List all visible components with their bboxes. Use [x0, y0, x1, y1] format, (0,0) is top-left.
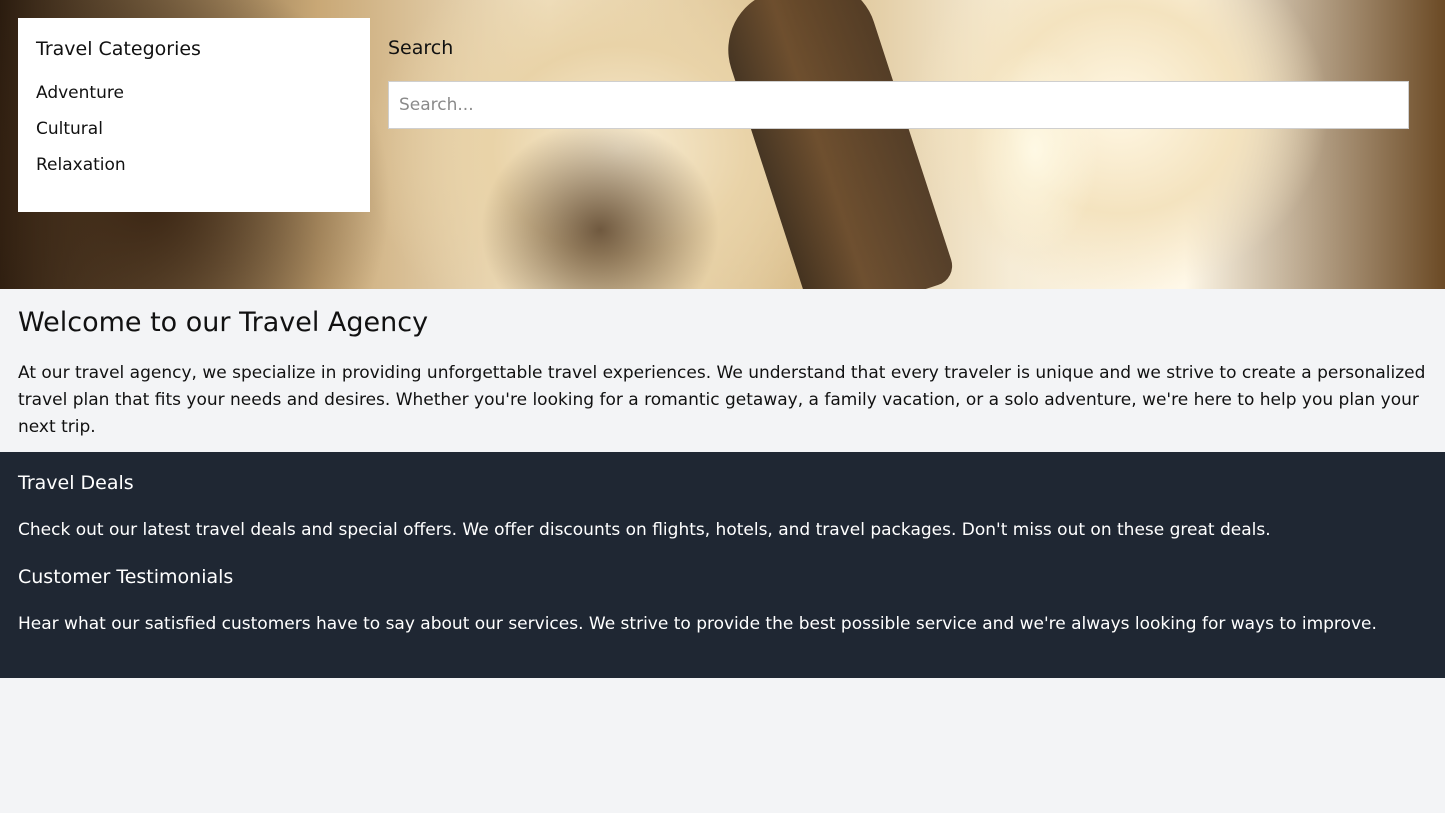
search-section: Search — [388, 37, 1409, 129]
hero-image-shadow — [480, 120, 720, 289]
travel-deals-title: Travel Deals — [18, 472, 134, 494]
info-section: Travel Deals Check out our latest travel… — [0, 452, 1445, 678]
hero-banner: Travel Categories Adventure Cultural Rel… — [0, 0, 1445, 289]
travel-deals-body: Check out our latest travel deals and sp… — [18, 520, 1271, 540]
testimonials-title: Customer Testimonials — [18, 566, 234, 588]
welcome-title: Welcome to our Travel Agency — [18, 307, 429, 338]
search-input[interactable] — [388, 81, 1409, 129]
travel-categories-panel: Travel Categories Adventure Cultural Rel… — [18, 18, 370, 212]
category-item-adventure[interactable]: Adventure — [36, 82, 352, 118]
testimonials-body: Hear what our satisfied customers have t… — [18, 614, 1377, 634]
travel-categories-title: Travel Categories — [36, 38, 201, 60]
category-item-cultural[interactable]: Cultural — [36, 118, 352, 154]
welcome-section: Welcome to our Travel Agency At our trav… — [0, 289, 1445, 452]
welcome-body: At our travel agency, we specialize in p… — [18, 363, 1426, 437]
category-item-relaxation[interactable]: Relaxation — [36, 154, 352, 190]
search-label: Search — [388, 37, 454, 59]
travel-categories-list: Adventure Cultural Relaxation — [36, 82, 352, 190]
